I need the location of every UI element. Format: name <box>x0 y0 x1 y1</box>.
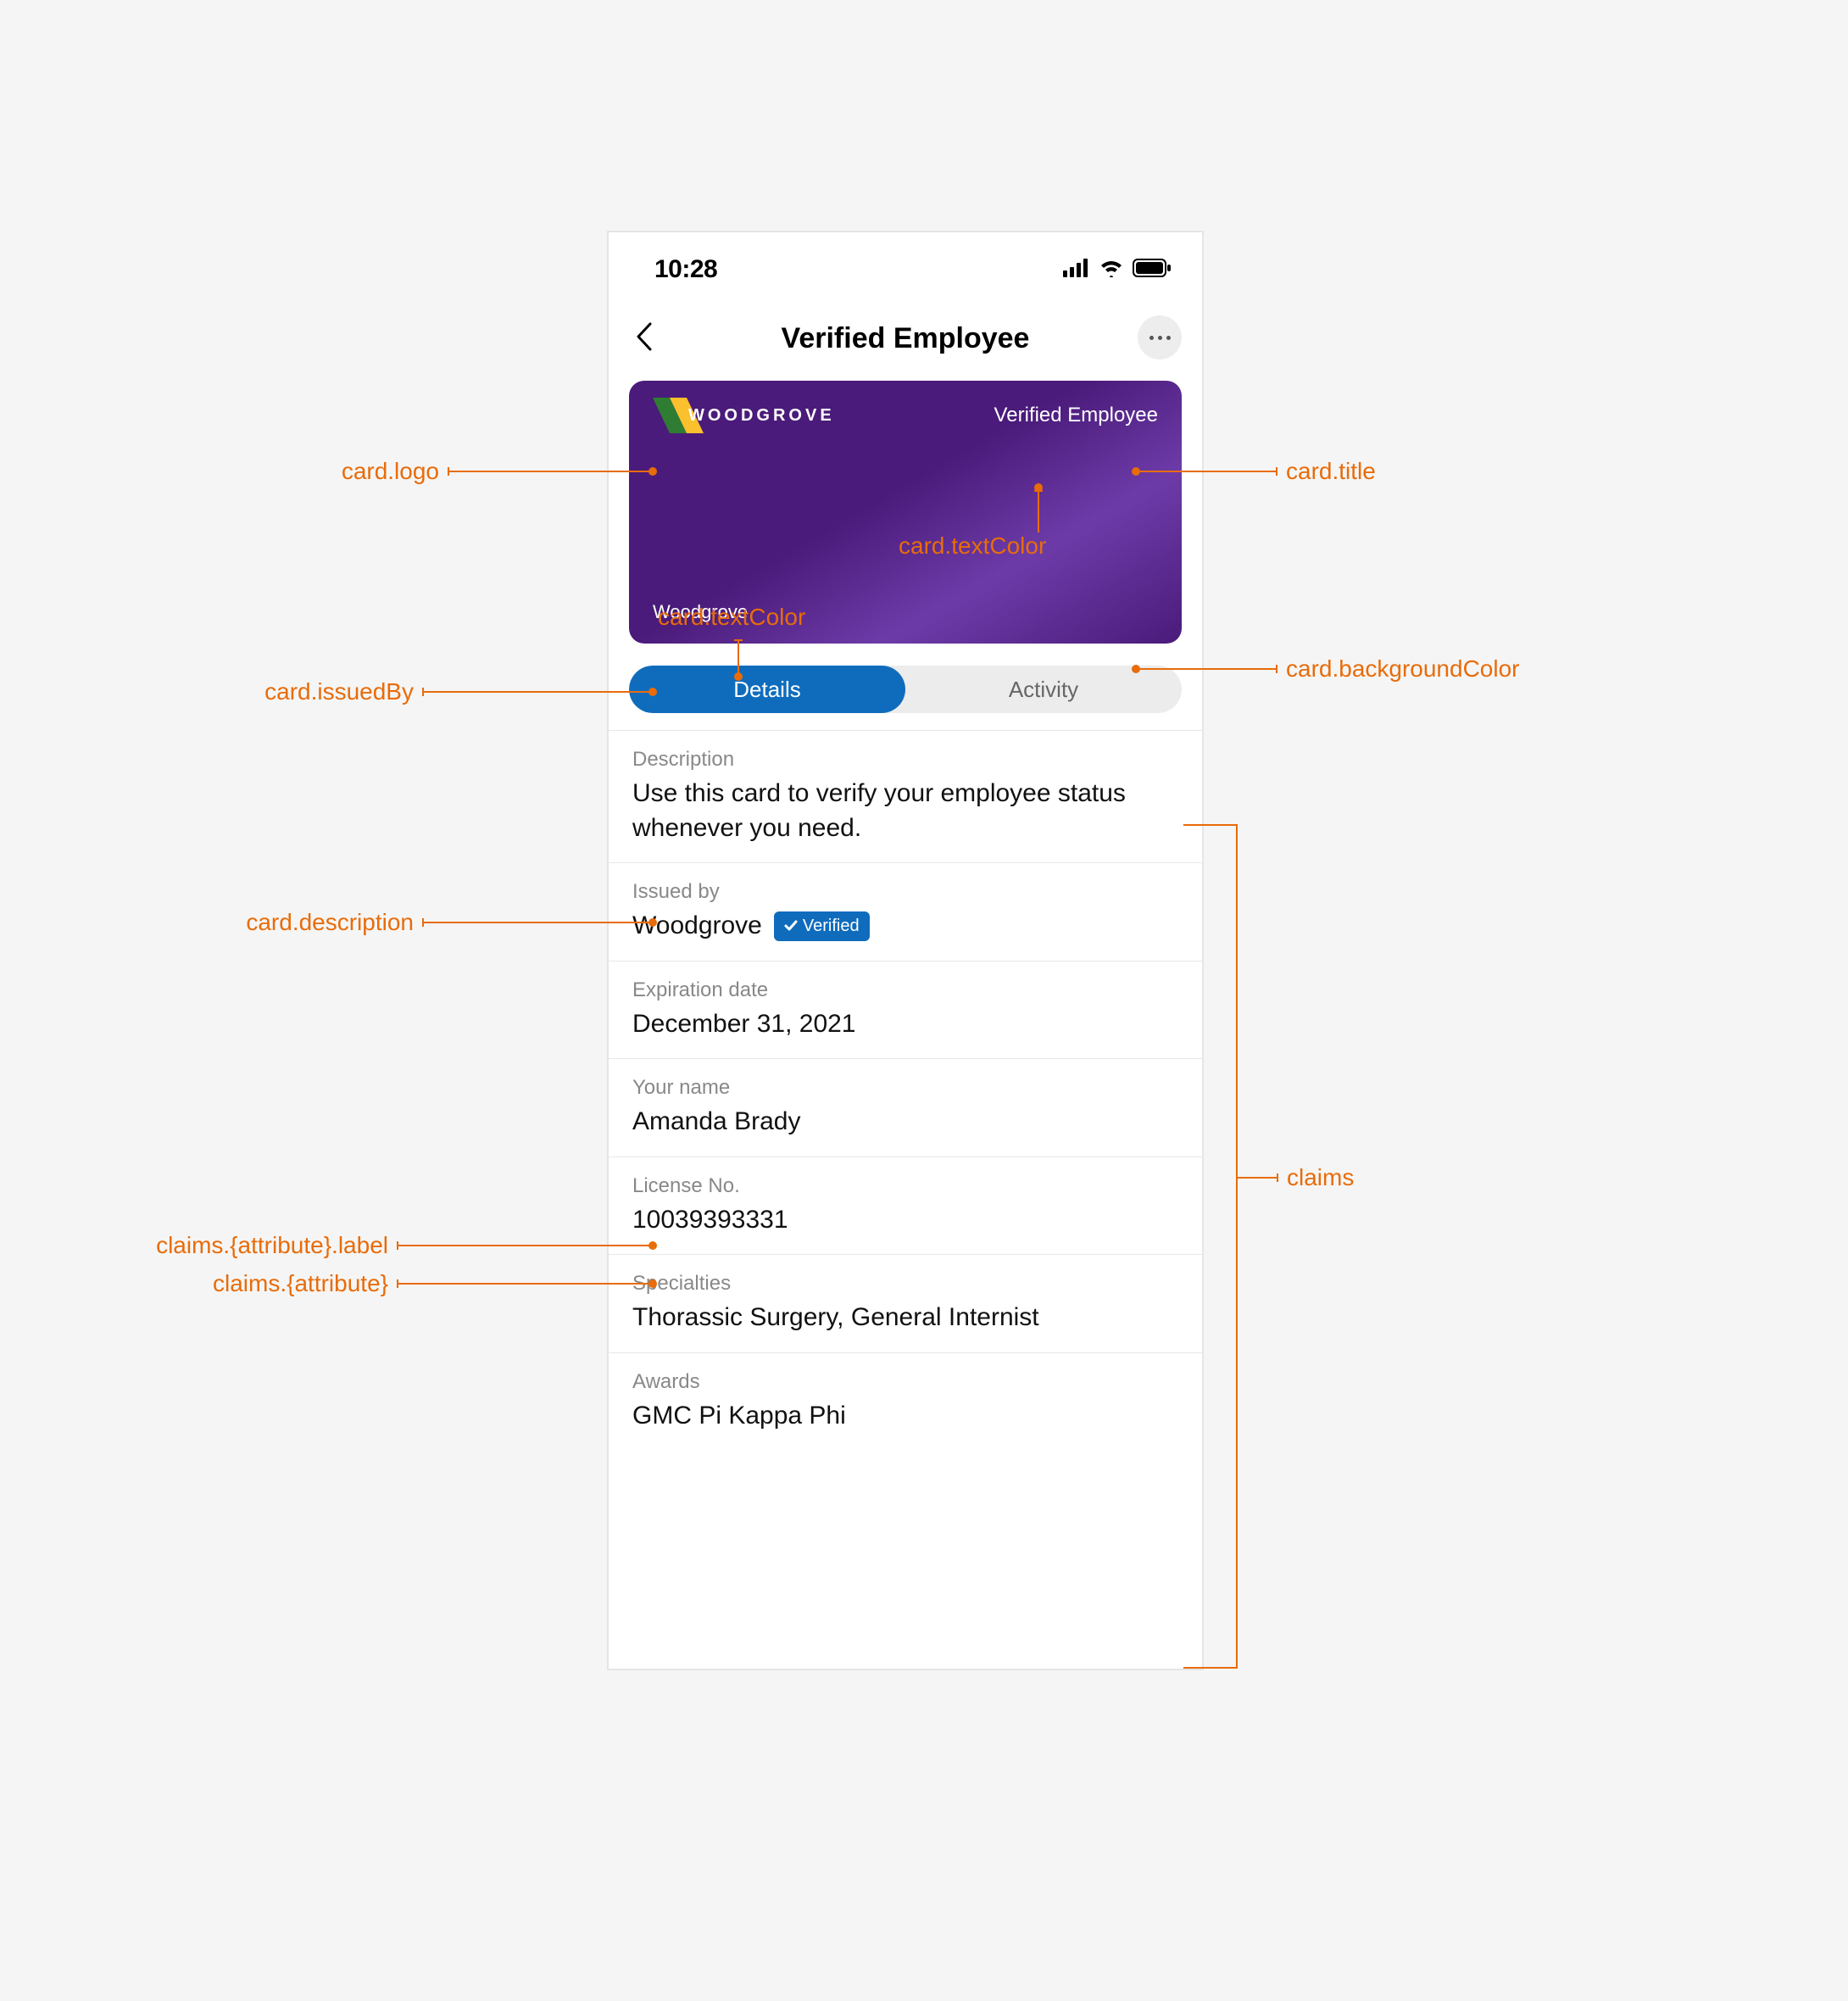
annotation-card-textcolor-top <box>1038 492 1039 532</box>
more-button[interactable] <box>1138 315 1182 360</box>
label-expiration: Expiration date <box>632 978 1178 1002</box>
row-awards: Awards GMC Pi Kappa Phi <box>609 1353 1202 1451</box>
row-issued-by: Issued by Woodgrove Verified <box>609 863 1202 961</box>
row-specialties: Specialties Thorassic Surgery, General I… <box>609 1255 1202 1353</box>
annotation-claims: claims <box>1238 1164 1407 1191</box>
chevron-left-icon <box>636 322 653 351</box>
value-name: Amanda Brady <box>632 1105 1178 1140</box>
back-button[interactable] <box>629 317 660 360</box>
card-logo-text: WOODGROVE <box>688 406 835 426</box>
annotation-claims-label: claims.{attribute}.label <box>127 1232 653 1259</box>
status-icons <box>1063 259 1172 277</box>
value-specialties: Thorassic Surgery, General Internist <box>632 1301 1178 1335</box>
phone-frame: 10:28 Verified Employee WOODGROVE <box>607 231 1204 1670</box>
status-bar: 10:28 <box>609 232 1202 300</box>
tab-details[interactable]: Details <box>629 666 905 713</box>
annotation-claims-bracket <box>1183 824 1238 1669</box>
value-awards: GMC Pi Kappa Phi <box>632 1399 1178 1434</box>
row-name: Your name Amanda Brady <box>609 1059 1202 1157</box>
annotation-card-textcolor-label-bottom: card.textColor <box>658 604 805 631</box>
row-expiration: Expiration date December 31, 2021 <box>609 961 1202 1060</box>
label-issued-by: Issued by <box>632 880 1178 904</box>
label-license: License No. <box>632 1174 1178 1198</box>
verified-badge: Verified <box>774 911 870 941</box>
annotation-card-textcolor-bottom <box>738 641 739 677</box>
card-logo: WOODGROVE <box>653 398 835 433</box>
status-time: 10:28 <box>654 255 717 284</box>
row-license: License No. 10039393331 <box>609 1157 1202 1256</box>
annotation-card-background: card.backgroundColor <box>1136 655 1611 683</box>
check-icon <box>784 919 798 933</box>
details-list: Description Use this card to verify your… <box>609 730 1202 1450</box>
row-description: Description Use this card to verify your… <box>609 731 1202 863</box>
label-description: Description <box>632 748 1178 772</box>
annotation-card-description: card.description <box>220 909 653 936</box>
nav-bar: Verified Employee <box>609 300 1202 381</box>
annotation-card-title: card.title <box>1136 458 1500 485</box>
label-name: Your name <box>632 1076 1178 1100</box>
tab-bar: Details Activity <box>629 666 1182 713</box>
card-title: Verified Employee <box>994 404 1158 427</box>
annotation-card-textcolor-label-top: card.textColor <box>899 532 1046 560</box>
label-specialties: Specialties <box>632 1272 1178 1296</box>
battery-icon <box>1133 259 1172 277</box>
wifi-icon <box>1099 259 1124 277</box>
annotation-card-logo: card.logo <box>288 458 653 485</box>
value-license: 10039393331 <box>632 1203 1178 1238</box>
value-description: Use this card to verify your employee st… <box>632 777 1178 845</box>
label-awards: Awards <box>632 1370 1178 1394</box>
annotation-card-issuedby: card.issuedBy <box>237 678 653 705</box>
cellular-icon <box>1063 259 1090 277</box>
annotation-claims-attr: claims.{attribute} <box>195 1270 653 1297</box>
value-expiration: December 31, 2021 <box>632 1007 1178 1042</box>
dot-card-textcolor-top <box>1034 483 1043 492</box>
page-title: Verified Employee <box>609 322 1202 355</box>
